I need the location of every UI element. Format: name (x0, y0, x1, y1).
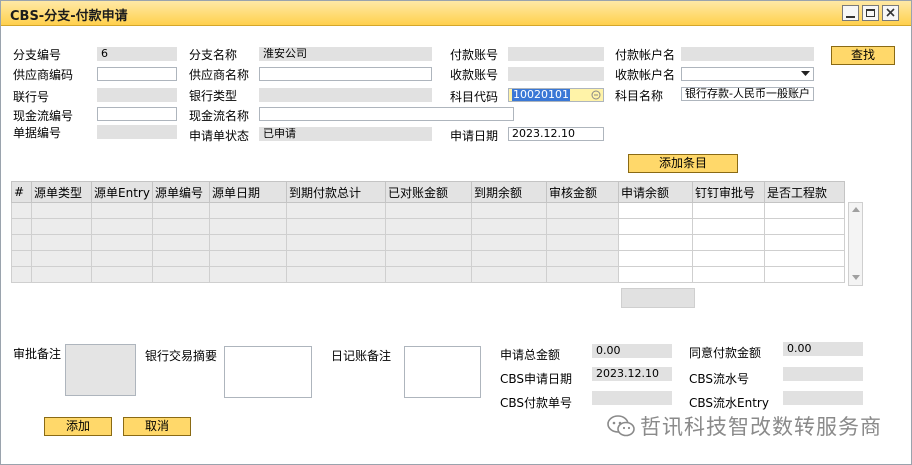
bank-type-field (259, 88, 432, 102)
apply-date-label: 申请日期 (450, 129, 499, 143)
branch-no-label: 分支编号 (13, 48, 62, 62)
pay-account-field (508, 47, 604, 61)
pay-account-name-field (681, 47, 814, 61)
table-row[interactable] (11, 250, 845, 267)
table-row[interactable] (11, 218, 845, 235)
bank-no-label: 联行号 (13, 90, 50, 104)
close-button[interactable] (882, 5, 899, 21)
cbs-serial-field (783, 367, 863, 381)
vendor-code-label: 供应商编码 (13, 68, 74, 82)
approval-note-field (65, 344, 136, 396)
recv-account-field (508, 67, 604, 81)
col-source-date[interactable]: 源单日期 (209, 181, 287, 203)
maximize-icon (866, 9, 875, 17)
add-row-button[interactable]: 添加条目 (628, 154, 738, 173)
col-index[interactable]: # (11, 181, 32, 203)
apply-date-input[interactable]: 2023.12.10 (508, 127, 604, 141)
subject-code-value: 10020101 (512, 88, 570, 101)
journal-note-label: 日记账备注 (331, 349, 392, 363)
col-due-balance[interactable]: 到期余额 (471, 181, 547, 203)
cashflow-name-input[interactable] (259, 107, 514, 121)
table-header-row: # 源单类型 源单Entry 源单编号 源单日期 到期付款总计 已对账金额 到期… (11, 181, 845, 203)
maximize-button[interactable] (862, 5, 879, 21)
window-title: CBS-分支-付款申请 (10, 9, 128, 24)
col-source-type[interactable]: 源单类型 (31, 181, 92, 203)
minimize-button[interactable] (842, 5, 859, 21)
watermark: 哲讯科技智改数转服务商 (606, 411, 882, 441)
col-apply-balance[interactable]: 申请余额 (618, 181, 693, 203)
vendor-code-input[interactable] (97, 67, 177, 81)
agree-pay-label: 同意付款金额 (689, 346, 762, 360)
cbs-pay-no-label: CBS付款单号 (500, 396, 573, 410)
vendor-name-input[interactable] (259, 67, 432, 81)
subject-code-input[interactable]: 10020101 (508, 88, 604, 102)
doc-no-field (97, 125, 177, 139)
total-apply-field: 0.00 (592, 344, 672, 358)
col-is-engineering[interactable]: 是否工程款 (764, 181, 845, 203)
table-row[interactable] (11, 234, 845, 251)
bank-no-field (97, 88, 177, 102)
branch-name-field: 淮安公司 (259, 47, 432, 61)
cbs-serial-entry-label: CBS流水Entry (689, 396, 769, 410)
col-reconciled[interactable]: 已对账金额 (385, 181, 472, 203)
bank-summary-input[interactable] (224, 346, 312, 398)
bank-summary-label: 银行交易摘要 (145, 349, 218, 363)
subject-name-field: 银行存款-人民币一般账户 (681, 87, 814, 101)
col-dingtalk-no[interactable]: 钉钉审批号 (692, 181, 765, 203)
pay-account-label: 付款账号 (450, 48, 499, 62)
wechat-icon (607, 415, 635, 437)
scroll-down-icon[interactable] (852, 275, 860, 280)
subject-name-label: 科目名称 (615, 89, 664, 103)
col-source-no[interactable]: 源单编号 (152, 181, 210, 203)
recv-account-name-select[interactable] (681, 67, 814, 81)
doc-no-label: 单据编号 (13, 126, 62, 140)
agree-pay-field: 0.00 (783, 342, 863, 356)
watermark-text: 哲讯科技智改数转服务商 (640, 415, 882, 439)
col-due-total[interactable]: 到期付款总计 (286, 181, 386, 203)
payment-application-window: CBS-分支-付款申请 分支编号 6 分支名称 淮安公司 付款账号 付款帐户名 … (0, 0, 912, 465)
minimize-icon (846, 16, 855, 18)
subject-code-label: 科目代码 (450, 90, 499, 104)
branch-no-field: 6 (97, 47, 177, 61)
approval-note-label: 审批备注 (13, 347, 62, 361)
journal-note-input[interactable] (404, 346, 481, 398)
branch-name-label: 分支名称 (189, 48, 238, 62)
table-row[interactable] (11, 266, 845, 283)
close-icon (886, 8, 895, 17)
table-scrollbar[interactable] (848, 202, 863, 286)
chevron-down-icon (801, 71, 810, 76)
cashflow-code-label: 现金流编号 (13, 109, 74, 123)
pay-account-name-label: 付款帐户名 (615, 48, 676, 62)
add-button[interactable]: 添加 (44, 417, 112, 436)
scroll-up-icon[interactable] (852, 207, 860, 212)
col-audit-amount[interactable]: 审核金额 (546, 181, 619, 203)
cbs-apply-date-label: CBS申请日期 (500, 372, 573, 386)
recv-account-label: 收款账号 (450, 68, 499, 82)
cbs-serial-entry-field (783, 391, 863, 405)
cbs-serial-label: CBS流水号 (689, 372, 750, 386)
cancel-button[interactable]: 取消 (123, 417, 191, 436)
bank-type-label: 银行类型 (189, 89, 238, 103)
recv-account-name-label: 收款帐户名 (615, 68, 676, 82)
cbs-apply-date-field: 2023.12.10 (592, 367, 672, 381)
find-button[interactable]: 查找 (831, 46, 895, 65)
cbs-pay-no-field (592, 391, 672, 405)
status-label: 申请单状态 (189, 129, 250, 143)
lookup-icon[interactable] (591, 90, 601, 100)
title-bar: CBS-分支-付款申请 (1, 1, 911, 26)
total-apply-label: 申请总金额 (500, 348, 561, 362)
cashflow-name-label: 现金流名称 (189, 109, 250, 123)
cashflow-code-input[interactable] (97, 107, 177, 121)
status-field: 已申请 (259, 127, 432, 141)
apply-balance-total-cell (621, 288, 695, 308)
table-row[interactable] (11, 202, 845, 219)
payment-lines-table: # 源单类型 源单Entry 源单编号 源单日期 到期付款总计 已对账金额 到期… (11, 181, 845, 283)
vendor-name-label: 供应商名称 (189, 68, 250, 82)
col-source-entry[interactable]: 源单Entry (91, 181, 153, 203)
